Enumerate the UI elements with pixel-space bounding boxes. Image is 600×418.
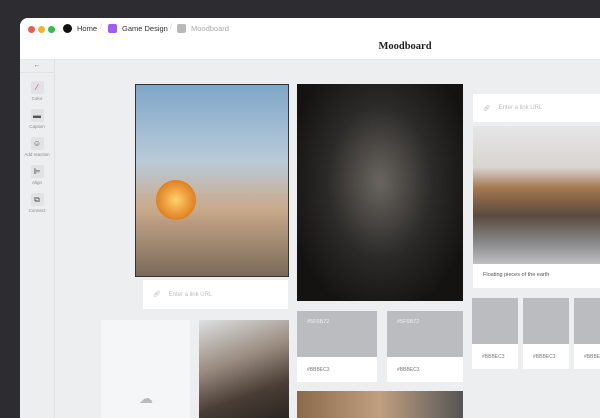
sidebar: ← ⁄ Color ▬ Caption ☺ Add reaction ⊫ Align ⧉… — [20, 60, 55, 418]
top-bar: Home / Game Design / Moodboard Moodboard — [20, 18, 600, 60]
tool-label: Color — [20, 96, 54, 101]
rock-card[interactable]: Floating pieces of the earth — [473, 126, 600, 288]
folder-icon — [108, 24, 117, 33]
tool-label: Add reaction — [20, 152, 54, 157]
close-button[interactable] — [28, 26, 35, 33]
color-swatch[interactable]: #5F6B72#BBBEC3 — [297, 311, 377, 382]
swatch-hex: #BBBEC3 — [574, 344, 600, 369]
reaction-icon: ☺ — [31, 137, 44, 150]
swatch-top-label: #5F6B72 — [297, 311, 377, 357]
image-caption: Floating pieces of the earth — [473, 264, 600, 286]
swatch-hex: #BBBEC3 — [387, 357, 463, 382]
link-url-input[interactable]: 🔗︎ Enter a link URL — [143, 280, 288, 309]
dragon-head-image[interactable] — [199, 320, 289, 418]
caption-icon: ▬ — [31, 109, 44, 122]
tool-label: Caption — [20, 124, 54, 129]
board-icon — [177, 24, 186, 33]
connect-icon: ⧉ — [31, 193, 44, 206]
color-swatch[interactable]: #BBBEC3 — [523, 298, 569, 369]
floating-rock-image — [473, 126, 600, 264]
swatch-color — [472, 298, 518, 344]
minimize-button[interactable] — [38, 26, 45, 33]
tool-align[interactable]: ⊫ Align — [20, 165, 54, 185]
cloud-upload-icon: ☁ — [139, 390, 153, 407]
home-icon — [63, 24, 72, 33]
separator: / — [170, 24, 172, 31]
color-swatch[interactable]: #5F6B72#BBBEC3 — [387, 311, 463, 382]
link-icon: 🔗︎ — [153, 291, 161, 298]
tool-color[interactable]: ⁄ Color — [20, 81, 54, 101]
maximize-button[interactable] — [48, 26, 55, 33]
breadcrumb-home[interactable]: Home — [63, 24, 97, 33]
color-icon: ⁄ — [31, 81, 44, 94]
dragon-castle-image[interactable] — [135, 84, 289, 277]
swatch-hex: #BBBEC3 — [472, 344, 518, 369]
page-title: Moodboard — [20, 41, 600, 52]
swatch-top-label: #5F6B72 — [387, 311, 463, 357]
fire-detail — [156, 180, 196, 220]
tool-label: Connect — [20, 208, 54, 213]
color-swatch[interactable]: #BBBEC3 — [472, 298, 518, 369]
tool-caption[interactable]: ▬ Caption — [20, 109, 54, 129]
separator: / — [100, 24, 102, 31]
breadcrumb-game-design[interactable]: Game Design — [108, 24, 168, 33]
upload-area[interactable]: ☁ — [101, 320, 190, 418]
swatch-color — [523, 298, 569, 344]
link-url-input[interactable]: 🔗︎ Enter a link URL — [473, 94, 600, 122]
back-button[interactable]: ← — [20, 60, 54, 73]
tool-add-reaction[interactable]: ☺ Add reaction — [20, 137, 54, 157]
tool-label: Align — [20, 180, 54, 185]
link-placeholder: Enter a link URL — [169, 292, 213, 298]
breadcrumb-label: Game Design — [122, 24, 168, 33]
tool-connect[interactable]: ⧉ Connect — [20, 193, 54, 213]
color-swatch[interactable]: #BBBEC3 — [574, 298, 600, 369]
align-icon: ⊫ — [31, 165, 44, 178]
swatch-hex: #BBBEC3 — [523, 344, 569, 369]
breadcrumb-label: Moodboard — [191, 24, 229, 33]
old-man-image[interactable] — [297, 84, 463, 301]
breadcrumb-label: Home — [77, 24, 97, 33]
link-icon: 🔗︎ — [483, 105, 491, 112]
swatch-hex: #BBBEC3 — [297, 357, 377, 382]
link-placeholder: Enter a link URL — [499, 105, 543, 111]
app-window: Home / Game Design / Moodboard Moodboard… — [20, 18, 600, 418]
breadcrumb-moodboard[interactable]: Moodboard — [177, 24, 229, 33]
texture-image[interactable] — [297, 391, 463, 418]
swatch-color — [574, 298, 600, 344]
